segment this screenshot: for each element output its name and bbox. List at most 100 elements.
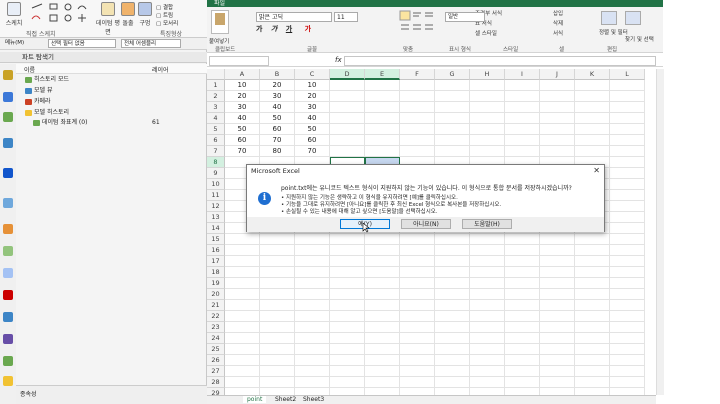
cell-K17[interactable] — [575, 256, 610, 267]
cell-D17[interactable] — [330, 256, 365, 267]
row-header-21[interactable]: 21 — [207, 300, 225, 311]
row-header-23[interactable]: 23 — [207, 322, 225, 333]
cell-J19[interactable] — [540, 278, 575, 289]
system-scenes-icon[interactable] — [3, 312, 13, 322]
cell-L28[interactable] — [610, 377, 645, 388]
row-header-13[interactable]: 13 — [207, 212, 225, 223]
cell-F2[interactable] — [400, 91, 435, 102]
constraint-navigator-icon[interactable] — [3, 92, 13, 102]
cell-C21[interactable] — [295, 300, 330, 311]
cell-A20[interactable] — [225, 289, 260, 300]
row-header-15[interactable]: 15 — [207, 234, 225, 245]
cell-F16[interactable] — [400, 245, 435, 256]
cell-C19[interactable] — [295, 278, 330, 289]
cell-C26[interactable] — [295, 355, 330, 366]
cell-G22[interactable] — [435, 311, 470, 322]
cell-H27[interactable] — [470, 366, 505, 377]
hole-button[interactable]: 구멍 — [138, 2, 152, 32]
cell-I23[interactable] — [505, 322, 540, 333]
cell-A3[interactable]: 30 — [225, 102, 260, 113]
system-materials-icon[interactable] — [3, 224, 13, 234]
cell-G27[interactable] — [435, 366, 470, 377]
font-size-dropdown[interactable]: 11 — [334, 12, 358, 22]
name-box[interactable] — [209, 56, 269, 66]
cell-K15[interactable] — [575, 234, 610, 245]
cell-H18[interactable] — [470, 267, 505, 278]
cell-I28[interactable] — [505, 377, 540, 388]
cell-E7[interactable] — [365, 146, 400, 157]
cell-L5[interactable] — [610, 124, 645, 135]
cell-G21[interactable] — [435, 300, 470, 311]
roles-icon[interactable] — [3, 290, 13, 300]
cell-C6[interactable]: 60 — [295, 135, 330, 146]
cell-F20[interactable] — [400, 289, 435, 300]
cell-D6[interactable] — [330, 135, 365, 146]
cell-J6[interactable] — [540, 135, 575, 146]
cell-K28[interactable] — [575, 377, 610, 388]
tree-item-datum-csys[interactable]: 데이텀 좌표계 (0) — [33, 118, 87, 127]
cell-F3[interactable] — [400, 102, 435, 113]
cell-I1[interactable] — [505, 80, 540, 91]
cell-K26[interactable] — [575, 355, 610, 366]
cell-I25[interactable] — [505, 344, 540, 355]
cell-B19[interactable] — [260, 278, 295, 289]
help-button[interactable]: 도움말(H) — [462, 219, 512, 229]
cell-C3[interactable]: 30 — [295, 102, 330, 113]
insert-button[interactable]: 삽입 — [553, 9, 563, 17]
cell-B25[interactable] — [260, 344, 295, 355]
cell-D2[interactable] — [330, 91, 365, 102]
cell-style-button[interactable]: 셀 스타일 — [475, 29, 497, 37]
cell-H26[interactable] — [470, 355, 505, 366]
cell-H23[interactable] — [470, 322, 505, 333]
sketch-tools[interactable] — [30, 3, 94, 27]
cell-G18[interactable] — [435, 267, 470, 278]
cell-E2[interactable] — [365, 91, 400, 102]
cell-L19[interactable] — [610, 278, 645, 289]
reuse-library-icon[interactable] — [3, 138, 13, 148]
cell-E1[interactable] — [365, 80, 400, 91]
cell-F17[interactable] — [400, 256, 435, 267]
worksheet-grid[interactable]: A B C D E F G H I J K L 1 10 20 10 2 20 30 20 3 30 40 30 4 40 50 40… — [207, 69, 656, 397]
cell-H4[interactable] — [470, 113, 505, 124]
tree-item-model-views[interactable]: 모델 뷰 — [25, 86, 52, 95]
menu-button[interactable]: 메뉴(M) — [3, 39, 43, 48]
cell-B2[interactable]: 30 — [260, 91, 295, 102]
row-header-9[interactable]: 9 — [207, 168, 225, 179]
cell-F23[interactable] — [400, 322, 435, 333]
cell-H15[interactable] — [470, 234, 505, 245]
cell-L8[interactable] — [610, 157, 645, 168]
cell-F1[interactable] — [400, 80, 435, 91]
cell-J23[interactable] — [540, 322, 575, 333]
cell-K19[interactable] — [575, 278, 610, 289]
cell-A28[interactable] — [225, 377, 260, 388]
row-header-5[interactable]: 5 — [207, 124, 225, 135]
cell-F18[interactable] — [400, 267, 435, 278]
cell-H24[interactable] — [470, 333, 505, 344]
cell-L27[interactable] — [610, 366, 645, 377]
cell-G19[interactable] — [435, 278, 470, 289]
cell-E18[interactable] — [365, 267, 400, 278]
cell-I4[interactable] — [505, 113, 540, 124]
cell-F22[interactable] — [400, 311, 435, 322]
cell-C17[interactable] — [295, 256, 330, 267]
cell-G2[interactable] — [435, 91, 470, 102]
cell-D27[interactable] — [330, 366, 365, 377]
cell-D18[interactable] — [330, 267, 365, 278]
cell-I7[interactable] — [505, 146, 540, 157]
column-header-H[interactable]: H — [470, 69, 505, 80]
select-filter-dropdown[interactable]: 선택 필터 없음 — [48, 39, 116, 48]
datum-plane-button[interactable]: 데이텀 평면 — [96, 2, 120, 36]
column-header-F[interactable]: F — [400, 69, 435, 80]
cell-E20[interactable] — [365, 289, 400, 300]
cell-K22[interactable] — [575, 311, 610, 322]
cell-J28[interactable] — [540, 377, 575, 388]
sheet-tab-Sheet3[interactable]: Sheet3 — [299, 396, 328, 403]
cell-K3[interactable] — [575, 102, 610, 113]
cell-E4[interactable] — [365, 113, 400, 124]
analysis-icon[interactable] — [3, 356, 13, 366]
cell-D26[interactable] — [330, 355, 365, 366]
cell-A19[interactable] — [225, 278, 260, 289]
row-header-19[interactable]: 19 — [207, 278, 225, 289]
cell-A17[interactable] — [225, 256, 260, 267]
column-header-G[interactable]: G — [435, 69, 470, 80]
